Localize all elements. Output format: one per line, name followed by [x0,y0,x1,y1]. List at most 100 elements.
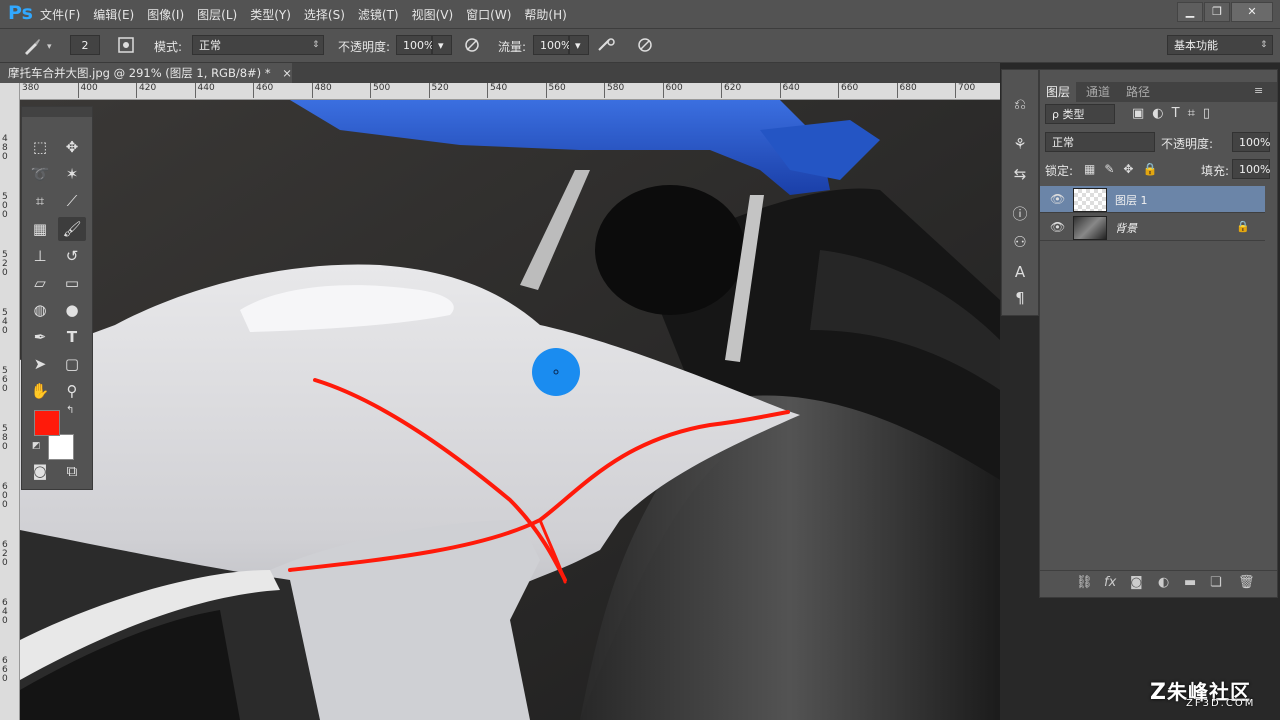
history-panel-icon[interactable]: ⎌ [1008,92,1032,116]
healing-brush-icon[interactable]: ▦ [26,217,54,241]
document-tab[interactable]: 摩托车合并大图.jpg @ 291% (图层 1, RGB/8#) * × [0,63,292,83]
marquee-tool-icon[interactable]: ⬚ [26,135,54,159]
visibility-eye-icon[interactable]: 👁 [1050,192,1065,206]
brush-size-box[interactable]: 2 [70,35,100,55]
dodge-tool-icon[interactable]: ● [58,298,86,322]
default-colors-icon[interactable]: ◩ [32,441,41,451]
paragraph-panel-icon[interactable]: ¶ [1008,286,1032,310]
layer-filter-icons[interactable]: ▣◐T⌗▯ [1132,106,1218,121]
opacity-dropdown-icon[interactable]: ▾ [432,35,452,55]
screen-mode-icon[interactable]: ⧉ [58,459,86,483]
character-panel-icon[interactable]: A [1008,260,1032,284]
close-button[interactable]: ✕ [1231,2,1273,22]
link-icon[interactable]: ⛓ [1076,575,1093,590]
ruler-tick-label: 400 [77,83,98,98]
path-select-icon[interactable]: ➤ [26,352,54,376]
panel-icon-strip: ⎌ ⚘ ⇆ ⓘ ⚇ A ¶ [1001,69,1039,316]
lasso-tool-icon[interactable]: ➰ [26,162,54,186]
brush-panel-icon[interactable] [116,36,136,56]
fx-icon[interactable]: fx [1104,575,1116,590]
info-panel-icon[interactable]: ⓘ [1008,202,1032,226]
zoom-tool-icon[interactable]: ⚲ [58,379,86,403]
fill-input[interactable]: 100% [1232,159,1270,179]
blend-mode-select[interactable]: 正常 [1045,132,1155,152]
menu-layer[interactable]: 图层(L) [197,6,237,23]
gradient-icon[interactable]: ▭ [58,271,86,295]
flow-input[interactable]: 100% [533,35,571,55]
layer-row-background[interactable]: 👁 背景 🔒 [1040,214,1265,241]
brush-tool-icon[interactable]: 🖌 [58,217,86,241]
ruler-tick-label: 560 [2,366,8,394]
opacity-input[interactable]: 100% [396,35,434,55]
tab-channels[interactable]: 通道 [1080,82,1116,102]
eyedropper-icon[interactable]: ⟋ [58,189,86,213]
move-tool-icon[interactable]: ✥ [58,135,86,159]
ruler-tick-label: 560 [545,83,566,98]
ruler-tick-label: 500 [2,192,8,220]
quick-mask-icon[interactable]: ◙ [26,459,54,483]
foreground-color-swatch[interactable] [34,410,60,436]
brush-panel-icon[interactable]: ⚘ [1008,132,1032,156]
vertical-ruler: 480 500 520 540 560 580 600 620 640 660 [0,83,20,720]
toolbox: ⬚ ✥ ➰ ✶ ⌗ ⟋ ▦ 🖌 ⊥ ↺ ▱ ▭ ◍ ● ✒ T ➤ ▢ ✋ ⚲ … [21,106,93,490]
shape-tool-icon[interactable]: ▢ [58,352,86,376]
menu-edit[interactable]: 编辑(E) [93,6,134,23]
horizontal-ruler: 380 400 420 440 460 480 500 520 540 560 580 600 620 6… [19,83,1000,100]
tab-close-icon[interactable]: × [282,66,292,80]
adjust-panel-icon[interactable]: ⇆ [1008,162,1032,186]
ruler-tick-label: 620 [721,83,741,98]
ruler-tick-label: 420 [136,83,156,98]
pressure-size-icon[interactable] [635,36,655,56]
pen-tool-icon[interactable]: ✒ [26,325,54,349]
layer-filter-select[interactable]: ρ 类型 [1045,104,1115,124]
menu-bar: Ps 文件(F) 编辑(E) 图像(I) 图层(L) 类型(Y) 选择(S) 滤… [0,0,1280,29]
menu-file[interactable]: 文件(F) [40,6,80,23]
blur-tool-icon[interactable]: ◍ [26,298,54,322]
mode-select[interactable]: 正常 [192,35,324,55]
ruler-tick-label: 520 [2,250,8,278]
swap-colors-icon[interactable]: ↰ [66,405,74,416]
ruler-tick-label: 620 [2,540,8,568]
ruler-tick-label: 540 [487,83,507,98]
magic-wand-icon[interactable]: ✶ [58,162,86,186]
history-brush-icon[interactable]: ↺ [58,244,86,268]
flow-dropdown-icon[interactable]: ▾ [569,35,589,55]
menu-type[interactable]: 类型(Y) [250,6,291,23]
panel-menu-icon[interactable]: ≡ [1254,84,1263,97]
trash-icon[interactable]: 🗑 [1238,575,1255,590]
crop-tool-icon[interactable]: ⌗ [26,189,54,213]
minimize-button[interactable]: ▁ [1177,2,1203,22]
group-icon[interactable]: ▬ [1184,575,1196,590]
background-color-swatch[interactable] [48,434,74,460]
mask-icon[interactable]: ◙ [1130,575,1143,590]
new-layer-icon[interactable]: ❏ [1210,575,1222,590]
layer-opacity-input[interactable]: 100% [1232,132,1270,152]
hand-tool-icon[interactable]: ✋ [26,379,54,403]
airbrush-icon[interactable] [597,36,617,56]
menu-filter[interactable]: 滤镜(T) [358,6,399,23]
type-tool-icon[interactable]: T [58,325,86,349]
menu-image[interactable]: 图像(I) [147,6,184,23]
ruler-tick-label: 640 [779,83,800,98]
menu-window[interactable]: 窗口(W) [466,6,511,23]
menu-view[interactable]: 视图(V) [412,6,454,23]
clone-stamp-icon[interactable]: ⊥ [26,244,54,268]
menu-select[interactable]: 选择(S) [304,6,345,23]
workspace-select[interactable]: 基本功能 [1167,35,1273,55]
menu-help[interactable]: 帮助(H) [524,6,566,23]
pressure-opacity-icon[interactable] [462,36,482,56]
document-canvas[interactable] [20,100,1000,720]
clone-source-icon[interactable]: ⚇ [1008,230,1032,254]
tab-paths[interactable]: 路径 [1120,82,1156,102]
layer-row-layer1[interactable]: 👁 图层 1 [1040,186,1265,213]
adjustment-icon[interactable]: ◐ [1158,575,1169,590]
brush-dropdown-icon[interactable]: ▾ [47,42,52,52]
ruler-tick-label: 480 [2,134,8,162]
lock-icons[interactable]: ▦✎✥🔒 [1084,162,1166,176]
restore-button[interactable]: ❐ [1204,2,1230,22]
toolbox-header[interactable] [22,107,92,117]
visibility-eye-icon[interactable]: 👁 [1050,220,1065,234]
tab-layers[interactable]: 图层 [1040,82,1077,102]
brush-preset-icon[interactable] [22,36,42,56]
eraser-icon[interactable]: ▱ [26,271,54,295]
